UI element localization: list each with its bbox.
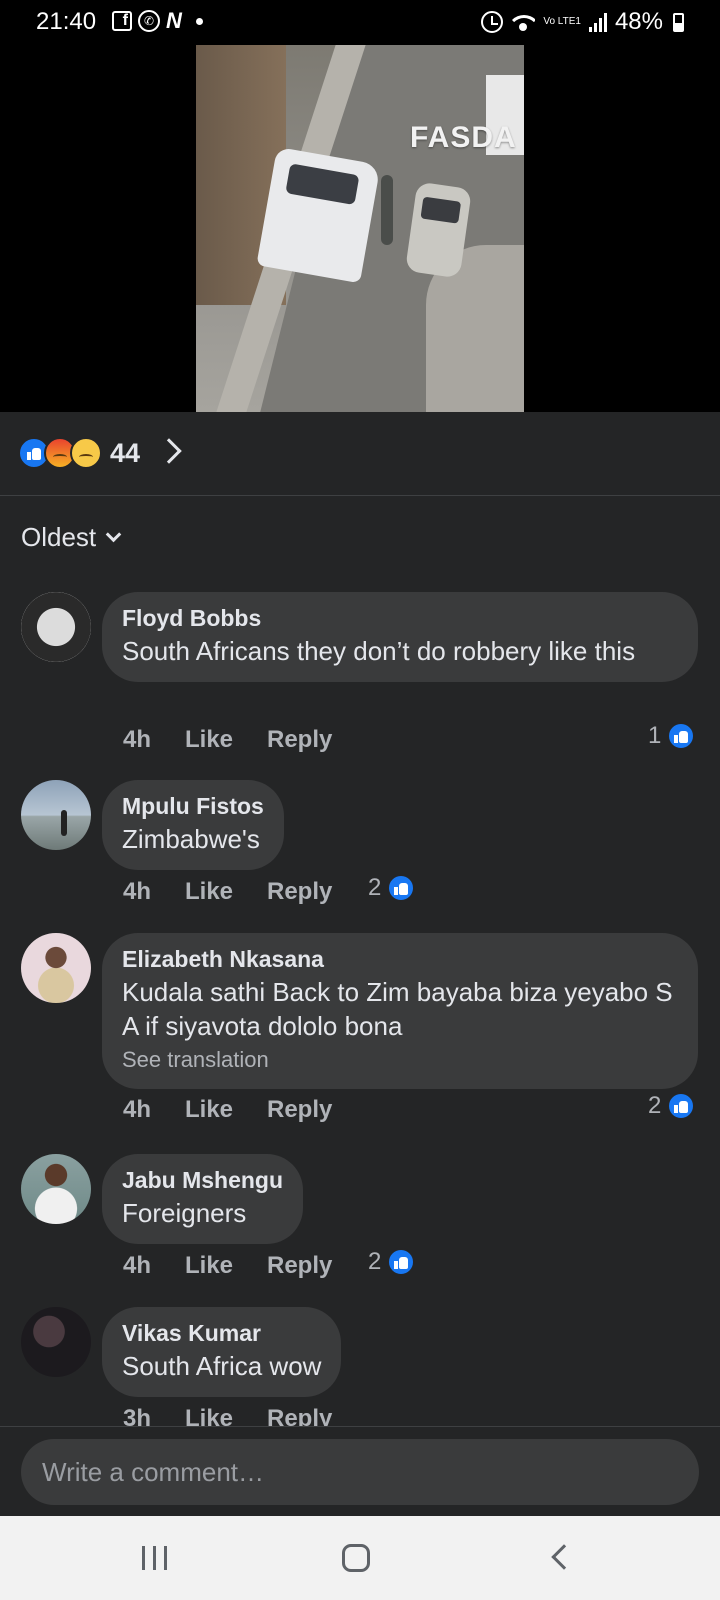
like-button[interactable]: Like	[185, 878, 267, 906]
comment-text: South Africa wow	[122, 1351, 322, 1381]
avatar[interactable]	[21, 933, 91, 1003]
comment-sort-dropdown[interactable]: Oldest	[21, 522, 122, 553]
comment-time[interactable]: 4h	[123, 726, 185, 754]
comment-actions: 4h Like Reply	[123, 1096, 367, 1124]
comment-time[interactable]: 4h	[123, 878, 185, 906]
more-notifications-dot	[195, 17, 203, 25]
like-button[interactable]: Like	[185, 1405, 267, 1426]
comment-text: Zimbabwe's	[122, 824, 260, 854]
video-watermark: FASDA	[410, 121, 517, 154]
like-icon	[387, 874, 416, 902]
comment-reaction-summary[interactable]: 1	[648, 722, 696, 750]
reply-button[interactable]: Reply	[267, 1252, 367, 1280]
video-scene-person	[381, 175, 393, 245]
system-nav-bar	[0, 1516, 720, 1600]
comment-input[interactable]	[21, 1439, 699, 1505]
wifi-icon	[511, 13, 536, 31]
sad-reaction-icon	[70, 437, 102, 469]
comment-author[interactable]: Jabu Mshengu	[122, 1166, 283, 1194]
notification-icons: f ✆ N	[112, 10, 203, 32]
like-icon	[667, 1092, 696, 1120]
chevron-right-icon[interactable]	[156, 438, 182, 464]
facebook-icon: f	[112, 11, 132, 31]
comment-text: South Africans they don’t do robbery lik…	[122, 636, 636, 666]
like-icon	[667, 722, 696, 750]
signal-icon	[588, 12, 607, 32]
volte-indicator: Vo LTE1	[543, 16, 581, 27]
comment-bubble[interactable]: Mpulu Fistos Zimbabwe's	[102, 780, 284, 870]
avatar[interactable]	[21, 592, 91, 662]
system-icons: Vo LTE1 48%	[481, 8, 684, 36]
reply-button[interactable]: Reply	[267, 1096, 367, 1124]
battery-icon	[673, 12, 684, 32]
comments-list[interactable]: Floyd Bobbs South Africans they don’t do…	[0, 580, 720, 1426]
comment-bubble[interactable]: Floyd Bobbs South Africans they don’t do…	[102, 592, 698, 682]
comment-reaction-count: 1	[648, 722, 662, 749]
sort-label: Oldest	[21, 522, 97, 552]
comment-time[interactable]: 4h	[123, 1096, 185, 1124]
comment-bubble[interactable]: Elizabeth Nkasana Kudala sathi Back to Z…	[102, 933, 698, 1089]
comment-actions: 4h Like Reply	[123, 1252, 367, 1280]
comment-actions: 4h Like Reply	[123, 878, 367, 906]
comment-reaction-count: 2	[648, 1092, 662, 1119]
comment-text: Kudala sathi Back to Zim bayaba biza yey…	[122, 977, 673, 1041]
comment-reaction-summary[interactable]: 2	[648, 1092, 696, 1120]
comment-bubble[interactable]: Vikas Kumar South Africa wow	[102, 1307, 342, 1397]
comment-time[interactable]: 3h	[123, 1405, 185, 1426]
reply-button[interactable]: Reply	[267, 1405, 367, 1426]
reaction-icons	[18, 437, 102, 469]
reply-button[interactable]: Reply	[267, 878, 367, 906]
alarm-icon	[481, 11, 504, 33]
whatsapp-icon: ✆	[138, 10, 160, 32]
comment-author[interactable]: Vikas Kumar	[122, 1319, 321, 1347]
like-button[interactable]: Like	[185, 1252, 267, 1280]
comment-author[interactable]: Elizabeth Nkasana	[122, 945, 678, 973]
comment-time[interactable]: 4h	[123, 1252, 185, 1280]
comment-author[interactable]: Mpulu Fistos	[122, 792, 264, 820]
see-translation-link[interactable]: See translation	[122, 1045, 678, 1075]
avatar[interactable]	[21, 1154, 91, 1224]
avatar[interactable]	[21, 1307, 91, 1377]
like-icon	[387, 1248, 416, 1276]
reaction-count: 44	[110, 438, 141, 468]
reactions-summary[interactable]: 44	[0, 412, 720, 496]
video-scene-van	[256, 146, 381, 284]
like-button[interactable]: Like	[185, 726, 267, 754]
comment-actions: 3h Like Reply	[123, 1405, 367, 1426]
video-frame[interactable]: FASDA	[196, 45, 524, 412]
chevron-down-icon	[105, 526, 122, 543]
comment-bubble[interactable]: Jabu Mshengu Foreigners	[102, 1154, 304, 1244]
comment-reaction-count: 2	[368, 1248, 382, 1275]
comment-reaction-summary[interactable]: 2	[368, 1248, 416, 1276]
status-bar: 21:40 f ✆ N Vo LTE1 48%	[0, 0, 720, 45]
netflix-icon: N	[166, 8, 182, 33]
comment-author[interactable]: Floyd Bobbs	[122, 604, 678, 632]
avatar[interactable]	[21, 780, 91, 850]
comment-reaction-summary[interactable]: 2	[368, 874, 416, 902]
comment-actions: 4h Like Reply	[123, 726, 367, 754]
comment-composer	[0, 1426, 720, 1516]
video-player[interactable]: FASDA	[0, 45, 720, 412]
like-button[interactable]: Like	[185, 1096, 267, 1124]
battery-percent: 48%	[614, 8, 663, 35]
recent-apps-icon[interactable]	[142, 1546, 167, 1570]
back-icon[interactable]	[551, 1544, 577, 1570]
home-icon[interactable]	[342, 1544, 370, 1572]
reply-button[interactable]: Reply	[267, 726, 367, 754]
comment-text: Foreigners	[122, 1198, 247, 1228]
status-time: 21:40	[36, 8, 97, 35]
comment-reaction-count: 2	[368, 874, 382, 901]
